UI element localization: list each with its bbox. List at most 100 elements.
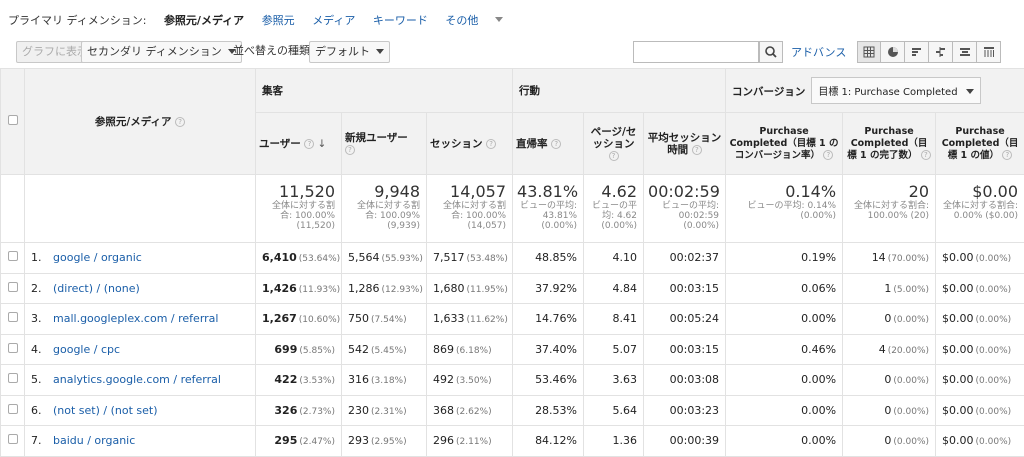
row-dimension-cell: 1.google / organic (25, 243, 256, 274)
help-icon[interactable]: ? (551, 139, 561, 149)
help-icon[interactable]: ? (1002, 150, 1012, 160)
select-all-checkbox[interactable] (8, 115, 18, 125)
row-avg-duration: 00:05:24 (644, 304, 726, 335)
help-icon[interactable]: ? (486, 139, 496, 149)
col-new-users[interactable]: 新規ユーザー? (342, 113, 427, 175)
col-pages-per-session[interactable]: ページ/セッション? (584, 113, 644, 175)
row-checkbox[interactable] (8, 251, 18, 261)
row-sessions: 1,633(11.62%) (427, 304, 513, 335)
source-medium-link[interactable]: analytics.google.com / referral (53, 373, 221, 386)
help-icon[interactable]: ? (175, 117, 185, 127)
table-row: 7.baidu / organic 295(2.47%) 293(2.95%) … (1, 426, 1024, 457)
source-medium-link[interactable]: (direct) / (none) (53, 282, 140, 295)
term-cloud-view-button[interactable] (953, 41, 977, 63)
table-row: 2.(direct) / (none) 1,426(11.93%) 1,286(… (1, 273, 1024, 304)
source-medium-link[interactable]: baidu / organic (53, 434, 135, 447)
row-goal-value: $0.00(0.00%) (936, 304, 1024, 335)
totals-row: 11,520全体に対する割合: 100.00% (11,520) 9,948全体… (1, 175, 1024, 243)
row-checkbox[interactable] (8, 373, 18, 383)
row-checkbox[interactable] (8, 282, 18, 292)
row-users-value: 295 (274, 434, 297, 447)
row-pages-per-session: 5.64 (584, 395, 644, 426)
row-new-users-value: 230 (348, 404, 369, 417)
comparison-view-button[interactable] (929, 41, 953, 63)
total-pages-per-session: 4.62ビューの平均: 4.62 (0.00%) (584, 175, 644, 243)
dimension-keyword[interactable]: キーワード (373, 14, 428, 27)
percentage-view-button[interactable] (881, 41, 905, 63)
row-goal-value-value: $0.00 (942, 404, 974, 417)
col-goal-completions[interactable]: Purchase Completed（目標 1 の完了数） ? (843, 113, 936, 175)
source-medium-link[interactable]: google / cpc (53, 343, 120, 356)
total-sessions: 14,057全体に対する割合: 100.00% (14,057) (427, 175, 513, 243)
row-pages-per-session: 4.10 (584, 243, 644, 274)
row-goal-conv-rate: 0.00% (726, 395, 843, 426)
search-button[interactable] (759, 41, 783, 63)
row-sessions-pct: (6.18%) (456, 346, 492, 356)
total-conv-rate-sub: ビューの平均: 0.14% (0.00%) (730, 201, 836, 221)
row-users-pct: (10.60%) (299, 315, 340, 325)
table-grid-icon (863, 46, 875, 58)
row-new-users-value: 5,564 (348, 251, 380, 264)
row-new-users-value: 542 (348, 343, 369, 356)
help-icon[interactable]: ? (304, 139, 314, 149)
row-goal-value-pct: (0.00%) (976, 285, 1012, 295)
col-users-label: ユーザー (259, 138, 301, 150)
source-medium-link[interactable]: google / organic (53, 251, 142, 264)
dimension-source-medium[interactable]: 参照元/メディア (164, 14, 244, 27)
row-index: 1. (31, 251, 53, 264)
sort-type-dropdown[interactable]: デフォルト (309, 41, 390, 63)
source-medium-link[interactable]: mall.googleplex.com / referral (53, 312, 218, 325)
secondary-dimension-dropdown[interactable]: セカンダリ ディメンション (81, 41, 242, 63)
col-goal-conversion-rate[interactable]: Purchase Completed（目標 1 のコンバージョン率） ? (726, 113, 843, 175)
source-medium-link[interactable]: (not set) / (not set) (53, 404, 158, 417)
behavior-group-header: 行動 (513, 69, 726, 113)
row-users-pct: (2.47%) (299, 437, 335, 447)
help-icon[interactable]: ? (921, 150, 931, 160)
search-input[interactable] (633, 41, 759, 63)
row-users-value: 699 (274, 343, 297, 356)
data-table-view-button[interactable] (857, 41, 881, 63)
col-sessions[interactable]: セッション ? (427, 113, 513, 175)
advanced-filter-link[interactable]: アドバンス (791, 44, 846, 60)
row-index: 2. (31, 282, 53, 295)
goal-selector-dropdown[interactable]: 目標 1: Purchase Completed (811, 77, 980, 104)
row-sessions-value: 869 (433, 343, 454, 356)
help-icon[interactable]: ? (345, 145, 355, 155)
row-users: 6,410(53.64%) (256, 243, 342, 274)
row-new-users: 5,564(55.93%) (342, 243, 427, 274)
row-checkbox[interactable] (8, 404, 18, 414)
row-users-pct: (3.53%) (299, 376, 335, 386)
col-pages-per-session-label: ページ/セッション (591, 126, 637, 150)
total-completions-sub: 全体に対する割合: 100.00% (20) (847, 201, 929, 221)
dimension-medium[interactable]: メディア (312, 14, 355, 27)
row-checkbox-cell (1, 273, 25, 304)
help-icon[interactable]: ? (823, 150, 833, 160)
dimension-source[interactable]: 参照元 (262, 14, 295, 27)
row-completions-value: 0 (884, 404, 891, 417)
row-users: 699(5.85%) (256, 334, 342, 365)
col-goal-completions-label: Purchase Completed（目標 1 の完了数） (847, 126, 927, 161)
help-icon[interactable]: ? (609, 151, 619, 161)
col-goal-value[interactable]: Purchase Completed（目標 1 の値） ? (936, 113, 1024, 175)
col-users[interactable]: ユーザー ?↓ (256, 113, 342, 175)
performance-view-button[interactable] (905, 41, 929, 63)
row-goal-value-pct: (0.00%) (976, 315, 1012, 325)
col-bounce-rate[interactable]: 直帰率 ? (513, 113, 584, 175)
row-sessions-value: 7,517 (433, 251, 465, 264)
conversions-group-label: コンバージョン (732, 86, 805, 98)
total-sessions-value: 14,057 (431, 183, 506, 201)
help-icon[interactable]: ? (692, 145, 702, 155)
row-checkbox[interactable] (8, 312, 18, 322)
row-checkbox[interactable] (8, 434, 18, 444)
row-goal-conv-rate: 0.00% (726, 304, 843, 335)
total-pps-value: 4.62 (588, 183, 637, 201)
row-users: 1,267(10.60%) (256, 304, 342, 335)
pivot-view-button[interactable] (977, 41, 1001, 63)
dimension-header[interactable]: 参照元/メディア ? (25, 69, 256, 175)
col-avg-session-duration[interactable]: 平均セッション時間 ? (644, 113, 726, 175)
row-users: 295(2.47%) (256, 426, 342, 457)
row-goal-completions: 1(5.00%) (843, 273, 936, 304)
dimension-more-dropdown[interactable]: その他 (445, 14, 503, 27)
row-users-value: 422 (274, 373, 297, 386)
row-checkbox[interactable] (8, 343, 18, 353)
